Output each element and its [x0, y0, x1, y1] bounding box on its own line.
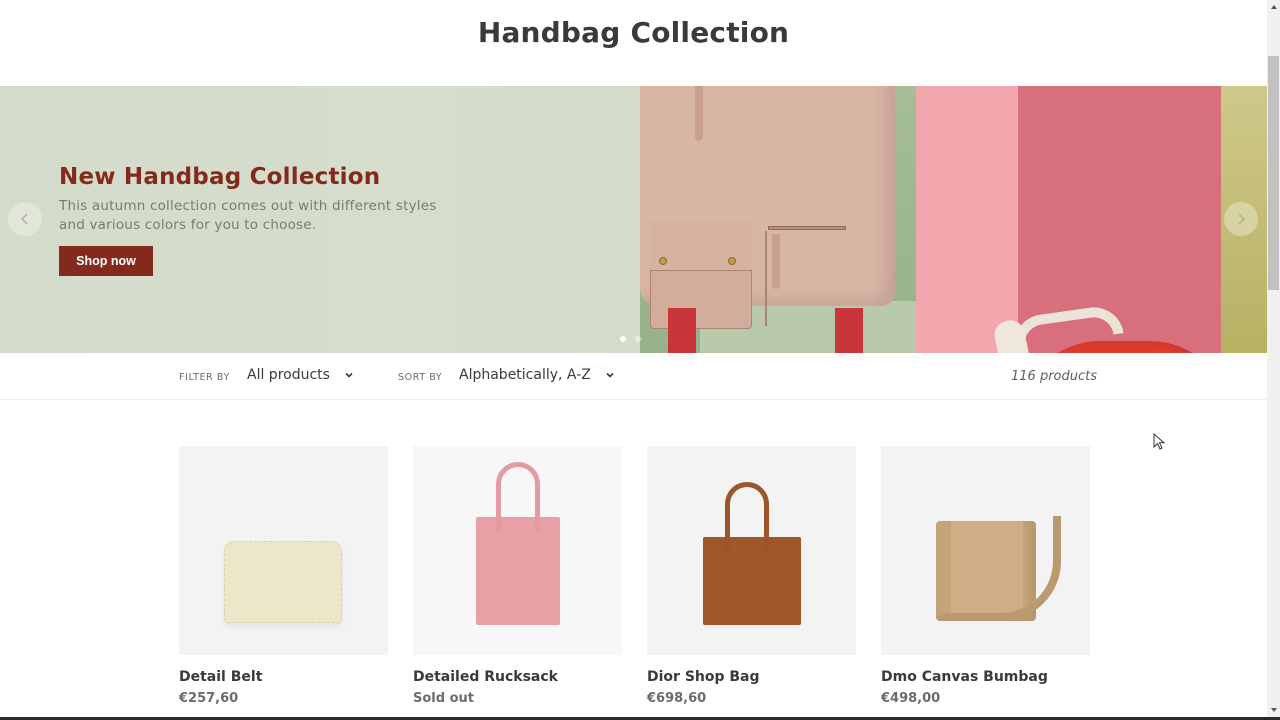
backpack-rivet [728, 257, 736, 265]
shop-now-button[interactable]: Shop now [59, 246, 153, 276]
filter-select[interactable]: All products [247, 367, 354, 383]
hero-content: New Handbag Collection This autumn colle… [59, 164, 439, 276]
arrow-down-icon [1270, 708, 1277, 712]
tote-illustration [475, 462, 560, 625]
collection-filter-bar: Filter by All products Sort by Alphabeti… [0, 353, 1267, 400]
product-price: €498,00 [881, 691, 941, 706]
sort-select-value: Alphabetically, A-Z [459, 367, 591, 383]
bumbag-strap [941, 516, 1061, 621]
product-image[interactable] [179, 446, 388, 655]
backpack-zip-pull [695, 86, 703, 141]
scroll-up-button[interactable] [1267, 0, 1280, 14]
product-title[interactable]: Detail Belt [179, 669, 388, 685]
chevron-right-icon [1238, 213, 1245, 225]
slide-prev-button[interactable] [8, 202, 42, 236]
vertical-scrollbar[interactable] [1267, 0, 1280, 717]
product-title[interactable]: Detailed Rucksack [413, 669, 622, 685]
product-image[interactable] [647, 446, 856, 655]
chevron-left-icon [21, 213, 28, 225]
backpack-strap [835, 308, 863, 353]
sort-by-label: Sort by [398, 372, 443, 383]
product-card[interactable]: Dior Shop Bag €698,60 [647, 446, 856, 706]
product-grid: Detail Belt €257,60 Detailed Rucksack So… [179, 446, 1090, 706]
slide-dot-1[interactable] [620, 336, 626, 342]
backpack-strap [668, 308, 696, 353]
chevron-down-icon [606, 372, 614, 378]
scroll-down-button[interactable] [1267, 703, 1280, 717]
product-card[interactable]: Dmo Canvas Bumbag €498,00 [881, 446, 1090, 706]
product-image[interactable] [413, 446, 622, 655]
tote-body [475, 517, 560, 625]
product-title[interactable]: Dior Shop Bag [647, 669, 856, 685]
product-title[interactable]: Dmo Canvas Bumbag [881, 669, 1090, 685]
hero-description: This autumn collection comes out with di… [59, 198, 437, 233]
product-card[interactable]: Detail Belt €257,60 [179, 446, 388, 706]
tote-illustration [702, 482, 801, 625]
collection-page: Handbag Collection New Handbag Collectio… [0, 0, 1267, 717]
slide-dots [620, 336, 641, 342]
product-price: €698,60 [647, 691, 707, 706]
filter-by-label: Filter by [179, 372, 230, 383]
tote-handle [495, 462, 540, 532]
scrollbar-thumb[interactable] [1268, 56, 1279, 290]
backpack-zipper [768, 226, 846, 230]
page-title: Handbag Collection [477, 16, 790, 49]
backpack-zip-pull [772, 234, 780, 289]
product-image[interactable] [881, 446, 1090, 655]
hero-title: New Handbag Collection [59, 164, 381, 190]
slide-next-button[interactable] [1224, 202, 1258, 236]
sold-out-badge: Sold out [413, 691, 474, 706]
product-card[interactable]: Detailed Rucksack Sold out [413, 446, 622, 706]
product-count: 116 products [1011, 369, 1098, 384]
cardholder-illustration [224, 541, 342, 623]
filter-select-value: All products [247, 367, 330, 383]
backpack-rivet [659, 257, 667, 265]
slide-dot-2[interactable] [635, 336, 641, 342]
tote-handle [724, 482, 769, 552]
arrow-up-icon [1270, 5, 1277, 9]
mouse-pointer-icon [1153, 433, 1166, 450]
hero-image-pink-panel [916, 86, 1018, 353]
product-price: €257,60 [179, 691, 239, 706]
sort-select[interactable]: Alphabetically, A-Z [459, 367, 615, 383]
chevron-down-icon [345, 372, 353, 378]
hero-slideshow: New Handbag Collection This autumn colle… [0, 86, 1267, 353]
backpack-seam [765, 231, 767, 326]
